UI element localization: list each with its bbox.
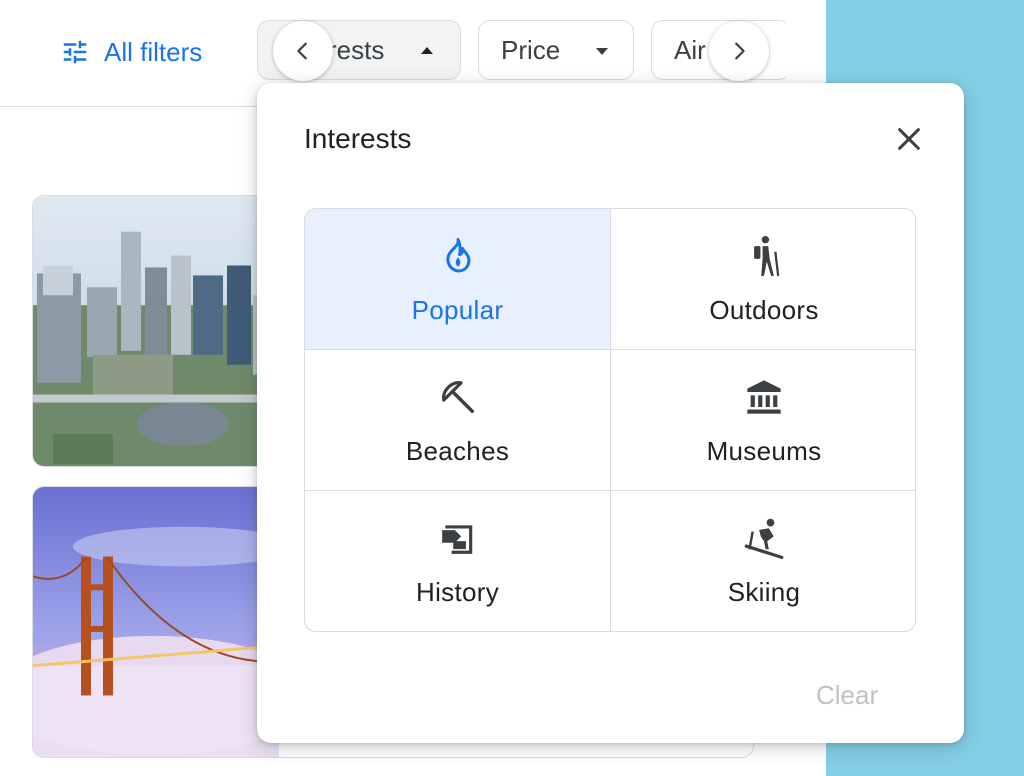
tune-icon: [63, 40, 87, 64]
scroll-right-button[interactable]: [709, 21, 769, 81]
fire-icon: [445, 238, 470, 273]
option-label: Popular: [411, 295, 504, 325]
chevron-right-icon: [735, 42, 745, 60]
option-label: Museums: [706, 436, 822, 466]
interest-option-beaches[interactable]: Beaches: [305, 350, 611, 491]
city-skyline-photo: [33, 196, 279, 466]
caret-down-icon: [596, 48, 608, 55]
interest-option-outdoors[interactable]: Outdoors: [611, 209, 915, 350]
hiking-icon: [754, 236, 780, 276]
interests-popup: Interests Popular Outdoors Beaches Museu…: [257, 83, 964, 743]
popup-title: Interests: [304, 123, 412, 154]
beach-umbrella-icon: [441, 381, 474, 413]
interest-option-skiing[interactable]: Skiing: [611, 491, 915, 631]
close-icon: [898, 128, 920, 150]
interest-option-history[interactable]: History: [305, 491, 611, 631]
chip-label: rests: [328, 34, 385, 65]
interest-option-popular[interactable]: Popular: [305, 209, 611, 350]
chip-label: Air: [674, 34, 706, 65]
option-label: Outdoors: [709, 295, 819, 325]
museum-icon: [747, 380, 781, 414]
history-icon: [441, 525, 472, 554]
clear-button[interactable]: Clear: [816, 680, 878, 711]
option-label: Skiing: [727, 577, 801, 607]
caret-up-icon: [421, 47, 433, 54]
price-filter-chip[interactable]: Price: [478, 20, 634, 80]
all-filters-button[interactable]: All filters: [60, 30, 202, 74]
interests-grid: Popular Outdoors Beaches Museums History…: [304, 208, 916, 632]
scroll-left-button[interactable]: [273, 21, 333, 81]
close-button[interactable]: [887, 117, 931, 161]
option-label: History: [416, 577, 499, 607]
interest-option-museums[interactable]: Museums: [611, 350, 915, 491]
all-filters-label: All filters: [104, 36, 203, 67]
golden-gate-bridge-photo: [33, 487, 279, 757]
skiing-icon: [744, 518, 784, 559]
option-label: Beaches: [405, 436, 510, 466]
chevron-left-icon: [297, 42, 307, 60]
chip-label: Price: [501, 34, 561, 65]
